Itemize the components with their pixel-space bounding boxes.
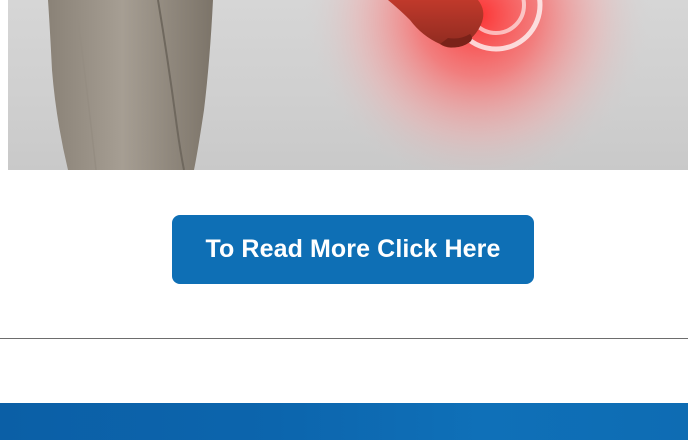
cta-container: To Read More Click Here xyxy=(0,215,688,284)
hero-illustration xyxy=(48,0,653,170)
trousers-shape xyxy=(48,0,213,170)
section-divider xyxy=(0,338,688,339)
hero-image[interactable] xyxy=(8,0,688,170)
read-more-button[interactable]: To Read More Click Here xyxy=(172,215,534,284)
email-content: To Read More Click Here xyxy=(0,0,688,440)
footer-banner xyxy=(0,403,688,440)
